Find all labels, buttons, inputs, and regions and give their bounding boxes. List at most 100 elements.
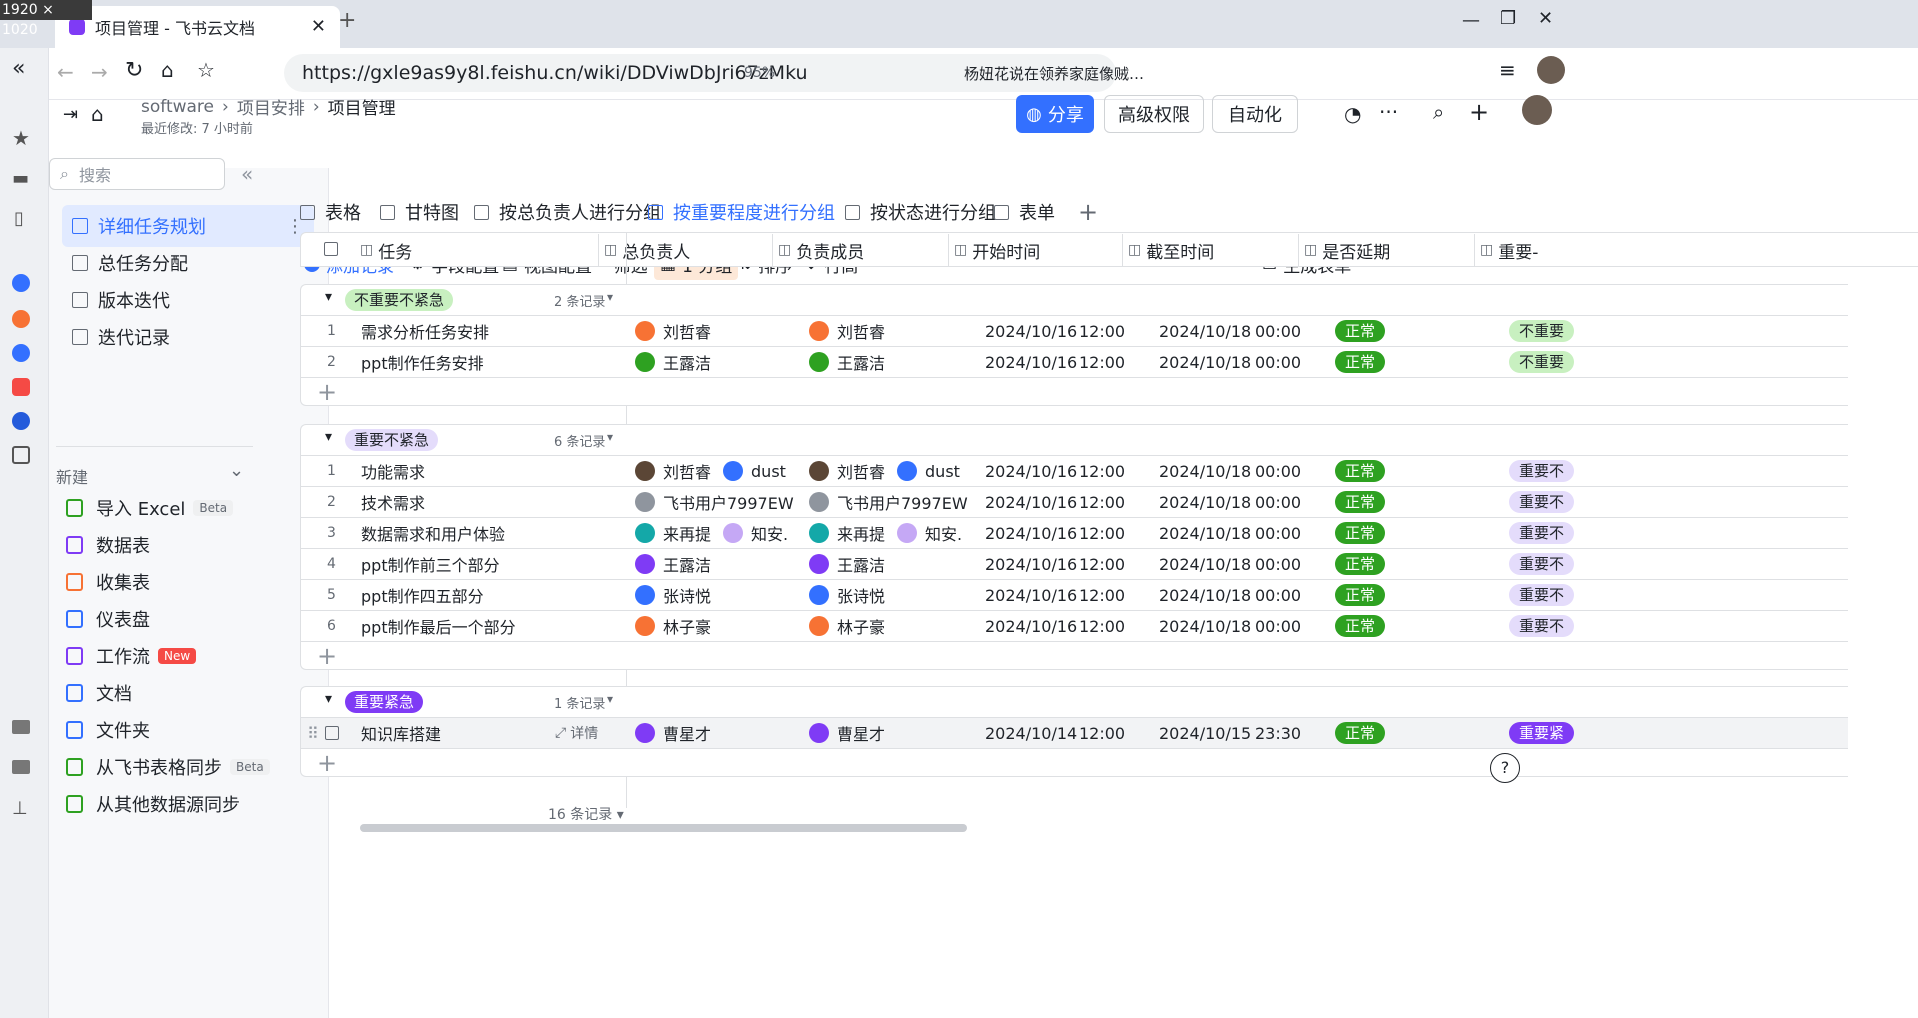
new-item[interactable]: 文件夹 [66, 712, 316, 748]
column-header[interactable]: ◫ 总负责人 [604, 234, 690, 266]
folder-icon[interactable]: ▬ [12, 168, 29, 189]
breadcrumb-item-project[interactable]: 项目安排 [237, 94, 305, 119]
owner-cell[interactable]: 刘哲睿 [635, 316, 805, 346]
pin-icon[interactable]: ⊥ [12, 798, 28, 819]
home-nav-icon[interactable]: ⌂ [91, 102, 104, 126]
new-item[interactable]: 收集表 [66, 564, 316, 600]
new-item[interactable]: 数据表 [66, 527, 316, 563]
owner-cell[interactable]: 王露洁 [635, 549, 805, 579]
breadcrumb-item-current[interactable]: 项目管理 [328, 94, 396, 119]
task-cell[interactable]: 功能需求 [361, 456, 551, 486]
task-cell[interactable]: ppt制作前三个部分 [361, 549, 551, 579]
status-cell[interactable]: 正常 [1335, 347, 1386, 377]
add-app-icon[interactable] [12, 446, 30, 464]
importance-cell[interactable]: 重要不 [1509, 487, 1575, 517]
baidu-paw-icon[interactable] [12, 344, 30, 362]
bookmark-star-icon[interactable]: ☆ [197, 58, 215, 82]
end-date[interactable]: 2024/10/15 [1159, 718, 1251, 748]
column-header[interactable]: ◫ 是否延期 [1304, 234, 1390, 266]
column-header[interactable]: ◫ 截至时间 [1128, 234, 1214, 266]
member-cell[interactable]: 刘哲睿 dust [809, 456, 979, 486]
end-date[interactable]: 2024/10/18 [1159, 611, 1251, 641]
search-icon[interactable]: ⌕ [1433, 100, 1444, 124]
column-header[interactable]: ◫ 负责成员 [778, 234, 864, 266]
tab-view[interactable]: 表格 [300, 188, 361, 236]
search-hint[interactable]: 杨妞花说在领养家庭像贼… [964, 63, 1164, 84]
collapse-group-icon[interactable]: ▾ [325, 691, 332, 707]
collapse-group-icon[interactable]: ▾ [325, 429, 332, 445]
table-row[interactable]: 6 ppt制作最后一个部分 林子豪 林子豪 2024/10/16 12:00 2024/10… [301, 610, 1848, 641]
maximize-icon[interactable]: ❐ [1500, 8, 1516, 29]
member-cell[interactable]: 王露洁 [809, 549, 979, 579]
importance-cell[interactable]: 重要不 [1509, 456, 1575, 486]
task-cell[interactable]: ppt制作四五部分 [361, 580, 551, 610]
start-date[interactable]: 2024/10/16 [985, 316, 1077, 346]
zoom-level[interactable]: 95% [744, 65, 775, 81]
folder-bottom-icon[interactable] [12, 720, 30, 734]
owner-cell[interactable]: 张诗悦 [635, 580, 805, 610]
importance-cell[interactable]: 重要不 [1509, 580, 1575, 610]
task-cell[interactable]: ppt制作最后一个部分 [361, 611, 551, 641]
group-header[interactable]: ▾ 重要不紧急 6 条记录 ▾ [301, 425, 1848, 455]
task-cell[interactable]: 需求分析任务安排 [361, 316, 551, 346]
group-menu-icon[interactable]: ▾ [607, 290, 613, 304]
owner-cell[interactable]: 来再提 知安. [635, 518, 805, 548]
sidebar-item[interactable]: 版本迭代 [62, 279, 314, 321]
user-avatar[interactable] [1537, 56, 1565, 84]
app-icon-colorful[interactable] [12, 310, 30, 328]
importance-cell[interactable]: 不重要 [1509, 316, 1575, 346]
table-row[interactable]: 3 数据需求和用户体验 来再提 知安. 来再提 知安. 2024/10/16 12:00 202… [301, 517, 1848, 548]
owner-cell[interactable]: 林子豪 [635, 611, 805, 641]
importance-cell[interactable]: 不重要 [1509, 347, 1575, 377]
start-date[interactable]: 2024/10/16 [985, 518, 1077, 548]
status-cell[interactable]: 正常 [1335, 316, 1386, 346]
avatar[interactable] [1522, 95, 1552, 125]
back-icon[interactable]: ← [57, 60, 74, 84]
add-row-button[interactable]: + [301, 748, 1848, 778]
new-item[interactable]: 导入 Excel Beta [66, 490, 316, 526]
importance-cell[interactable]: 重要不 [1509, 549, 1575, 579]
sidebar-item[interactable]: 总任务分配 [62, 242, 314, 284]
chevron-down-icon[interactable]: ⌄ [229, 460, 244, 481]
add-view-icon[interactable]: + [1078, 198, 1098, 226]
share-button[interactable]: ◍ 分享 [1016, 95, 1094, 133]
start-date[interactable]: 2024/10/16 [985, 580, 1077, 610]
start-date[interactable]: 2024/10/16 [985, 347, 1077, 377]
permission-button[interactable]: 高级权限 [1104, 95, 1204, 133]
owner-cell[interactable]: 曹星才 [635, 718, 805, 748]
column-header[interactable]: ◫ 重要- [1480, 234, 1538, 266]
close-window-icon[interactable]: ✕ [1538, 8, 1553, 29]
table-row[interactable]: 5 ppt制作四五部分 张诗悦 张诗悦 2024/10/16 12:00 2024/10/1… [301, 579, 1848, 610]
expand-detail-button[interactable]: ⤢ 详情 [555, 718, 598, 748]
table-row[interactable]: 1 需求分析任务安排 刘哲睿 刘哲睿 2024/10/16 12:00 2024/10/18… [301, 315, 1848, 346]
horizontal-scrollbar[interactable] [360, 824, 967, 832]
new-tab-icon[interactable]: + [338, 8, 356, 33]
table-row[interactable]: 1 功能需求 刘哲睿 dust 刘哲睿 dust 2024/10/16 12:00 2024/1… [301, 455, 1848, 486]
sidebar-item[interactable]: 迭代记录 [62, 316, 314, 358]
tab-view[interactable]: 表单 [994, 188, 1055, 236]
group-header[interactable]: ▾ 重要紧急 1 条记录 ▾ [301, 687, 1848, 717]
tab-view[interactable]: 按重要程度进行分组 [648, 188, 835, 236]
member-cell[interactable]: 林子豪 [809, 611, 979, 641]
start-date[interactable]: 2024/10/14 [985, 718, 1077, 748]
end-date[interactable]: 2024/10/18 [1159, 580, 1251, 610]
browser-tab[interactable]: 项目管理 - 飞书云文档 ✕ [55, 6, 340, 48]
select-all-checkbox[interactable] [324, 242, 338, 256]
member-cell[interactable]: 来再提 知安. [809, 518, 979, 548]
end-date[interactable]: 2024/10/18 [1159, 456, 1251, 486]
search-input[interactable]: ⌕ 搜索 [49, 158, 225, 190]
table-row[interactable]: 2 ppt制作任务安排 王露洁 王露洁 2024/10/16 12:00 2024/10/1… [301, 346, 1848, 377]
owner-cell[interactable]: 刘哲睿 dust [635, 456, 805, 486]
end-date[interactable]: 2024/10/18 [1159, 316, 1251, 346]
sidebar-item[interactable]: 详细任务规划 ⋮ [62, 205, 314, 247]
end-date[interactable]: 2024/10/18 [1159, 487, 1251, 517]
clock-app-icon[interactable] [12, 412, 30, 430]
home-icon[interactable]: ⌂ [161, 58, 174, 82]
task-cell[interactable]: ppt制作任务安排 [361, 347, 551, 377]
status-cell[interactable]: 正常 [1335, 718, 1386, 748]
new-item[interactable]: 文档 [66, 675, 316, 711]
help-icon[interactable]: ? [1490, 753, 1520, 783]
task-cell[interactable]: 数据需求和用户体验 [361, 518, 551, 548]
breadcrumb-item-software[interactable]: software [141, 97, 214, 117]
table-row[interactable]: 2 技术需求 飞书用户7997EW 飞书用户7997EW 2024/10/16 12:00… [301, 486, 1848, 517]
